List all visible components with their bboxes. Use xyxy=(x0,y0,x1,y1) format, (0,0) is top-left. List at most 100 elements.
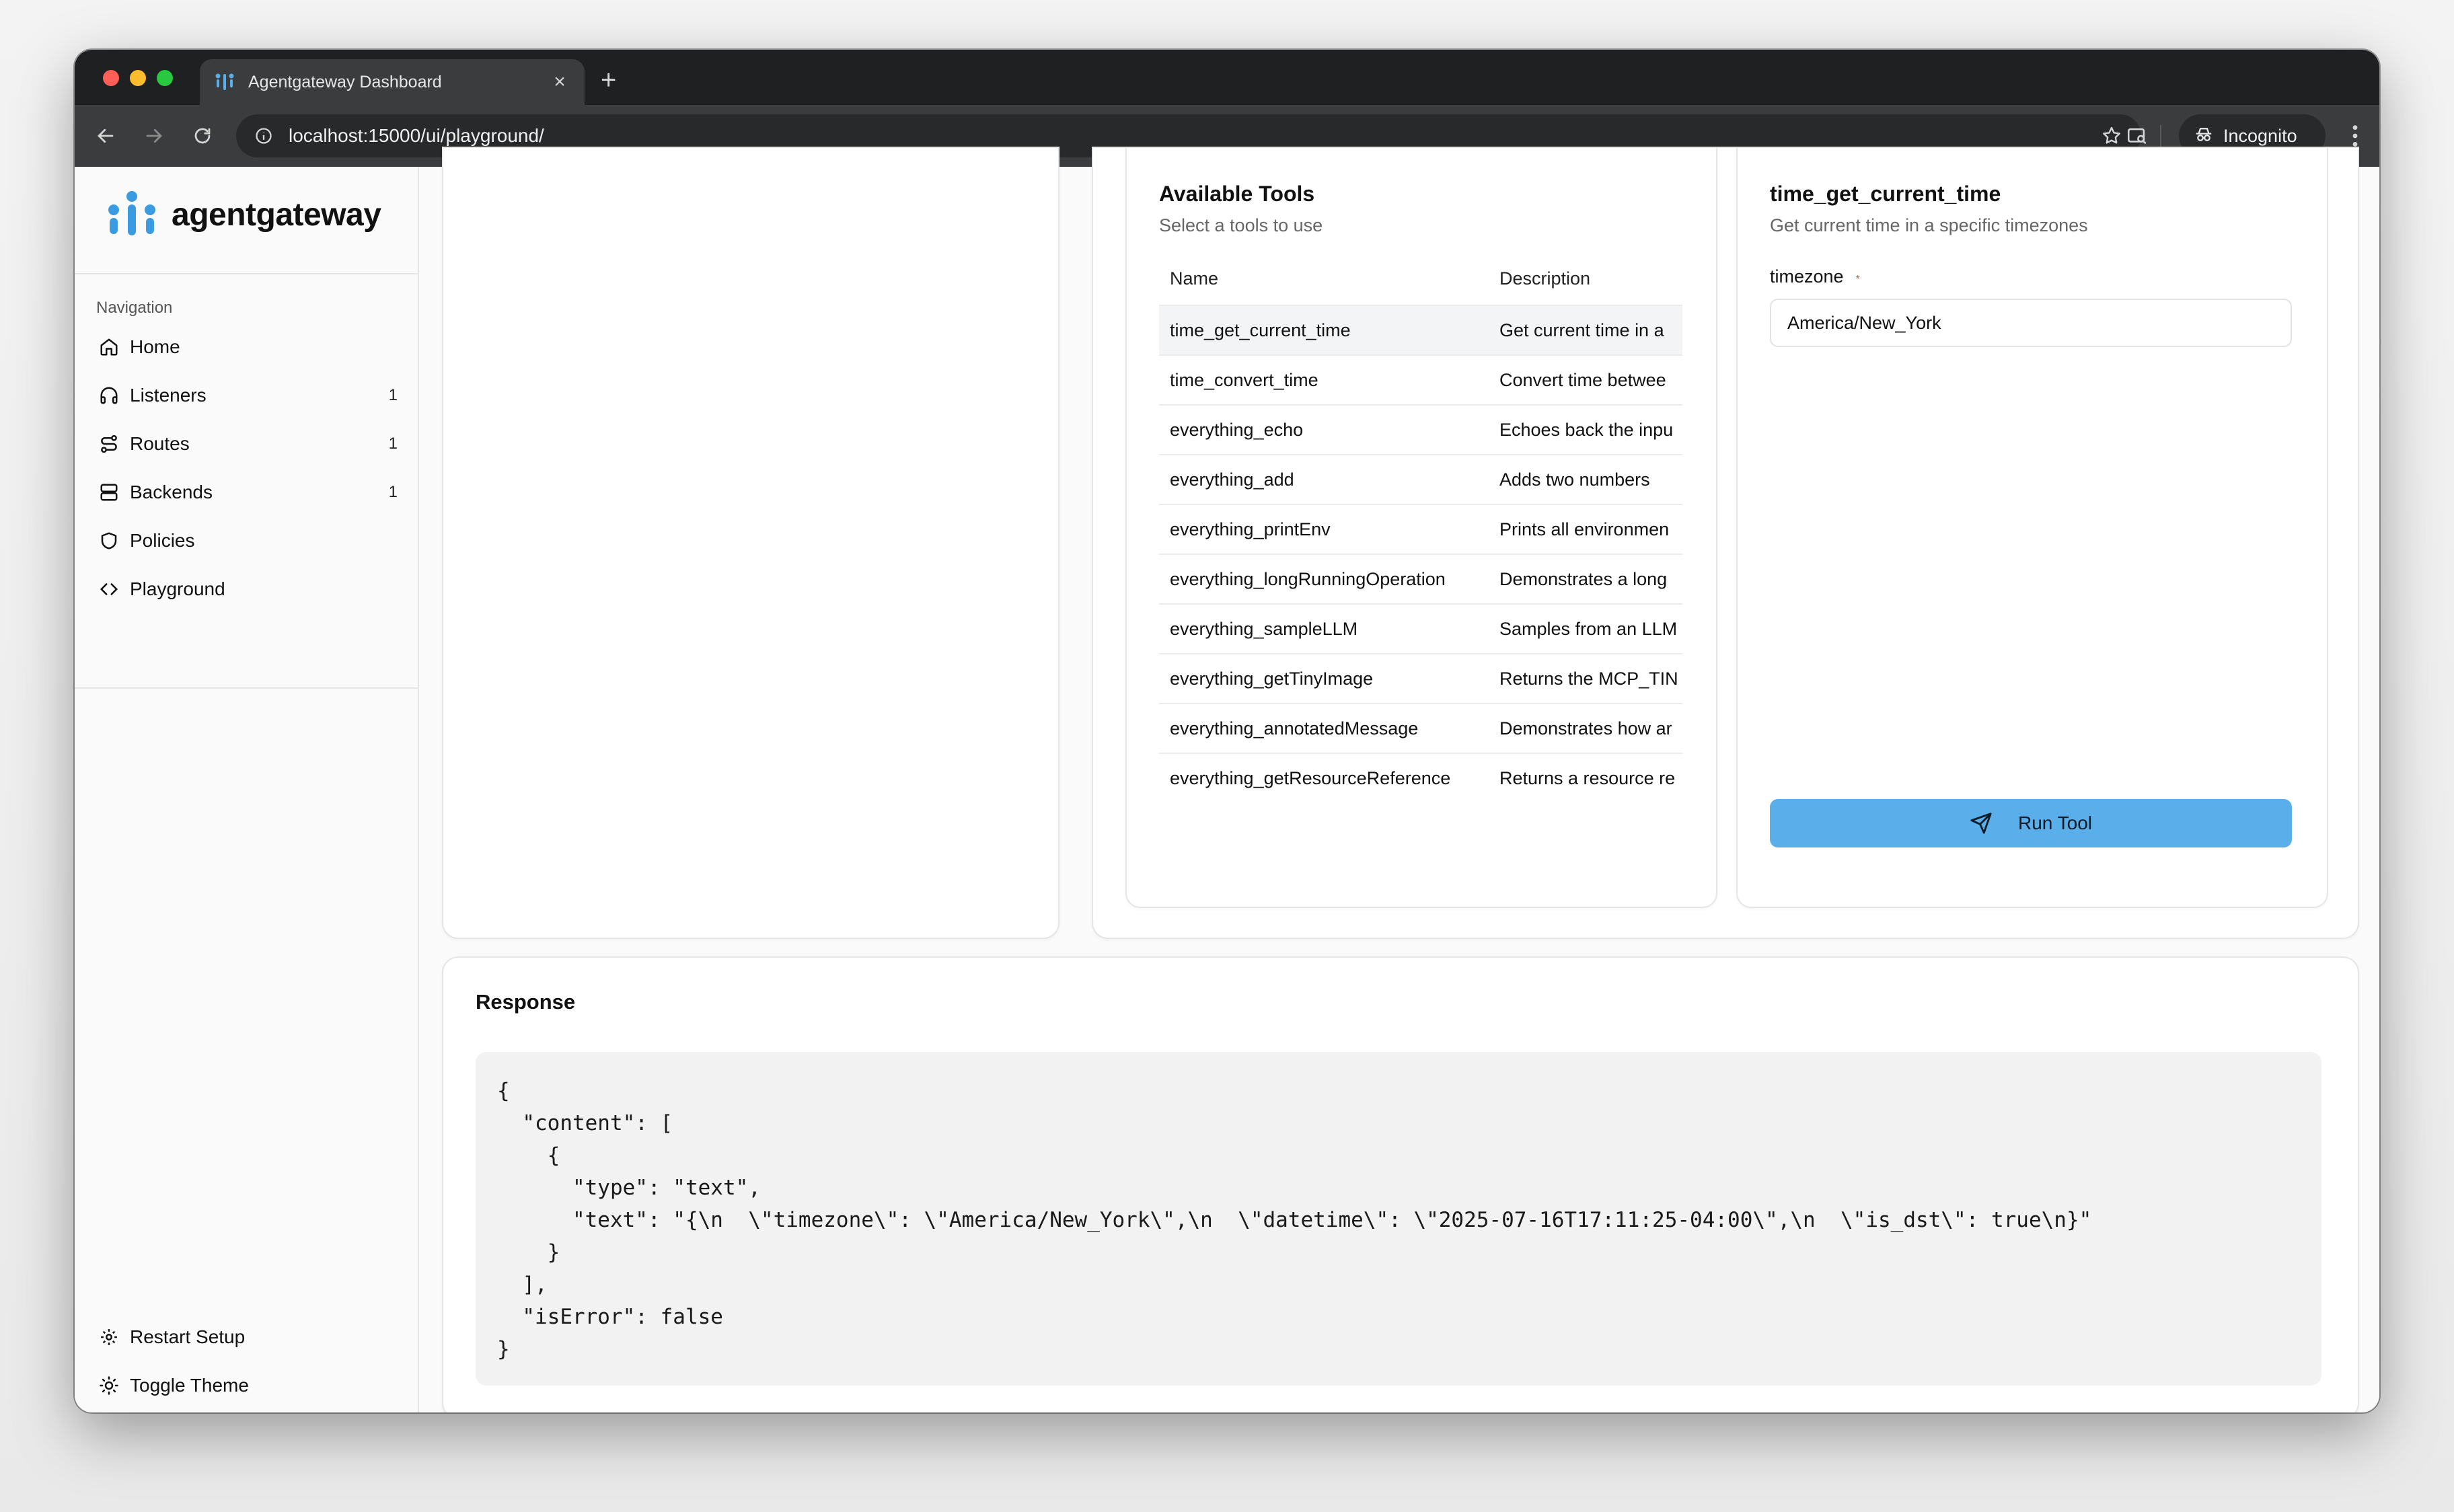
table-row[interactable]: everything_annotatedMessage Demonstrates… xyxy=(1159,704,1682,754)
agentgateway-logo-icon xyxy=(108,191,155,235)
tool-description: Returns a resource re xyxy=(1499,768,1676,788)
shield-icon xyxy=(98,529,120,552)
sidebar-item-count: 1 xyxy=(388,434,398,453)
tool-name: everything_sampleLLM xyxy=(1159,604,1489,654)
sidebar-item-home[interactable]: Home xyxy=(87,323,408,371)
tools-table: Name Description time_get_current_time G… xyxy=(1159,253,1682,803)
reload-button[interactable] xyxy=(188,121,217,151)
tab-close-icon[interactable]: × xyxy=(548,71,571,93)
bookmark-star-icon[interactable] xyxy=(2098,122,2125,149)
restart-setup-button[interactable]: Restart Setup xyxy=(87,1313,408,1361)
sidebar-item-label: Routes xyxy=(130,433,190,454)
nav-list: Home Listeners 1 Routes 1 Backends 1 Pol… xyxy=(87,323,408,613)
table-row[interactable]: everything_getTinyImage Returns the MCP_… xyxy=(1159,654,1682,704)
tool-name: everything_annotatedMessage xyxy=(1159,704,1489,754)
table-row[interactable]: everything_echo Echoes back the inpu xyxy=(1159,405,1682,455)
table-row[interactable]: everything_printEnv Prints all environme… xyxy=(1159,504,1682,555)
tool-form-card: time_get_current_time Get current time i… xyxy=(1736,148,2328,908)
sidebar-item-policies[interactable]: Policies xyxy=(87,517,408,565)
code-icon xyxy=(98,578,120,601)
tools-panel: Available Tools Select a tools to use Na… xyxy=(1092,147,2359,939)
timezone-field-label: timezone xyxy=(1770,266,1844,287)
server-icon xyxy=(98,481,120,504)
new-tab-button[interactable]: + xyxy=(601,63,616,97)
sidebar-item-count: 1 xyxy=(388,386,398,404)
route-icon xyxy=(98,432,120,455)
table-row[interactable]: everything_longRunningOperation Demonstr… xyxy=(1159,554,1682,605)
tool-description: Echoes back the inpu xyxy=(1489,405,1682,455)
sun-icon xyxy=(98,1374,120,1397)
tool-description: Demonstrates how ar xyxy=(1489,704,1682,754)
tool-name: time_get_current_time xyxy=(1159,305,1489,356)
gear-icon xyxy=(98,1326,120,1349)
tool-name: everything_add xyxy=(1159,455,1489,505)
sidebar-divider xyxy=(75,687,419,689)
page-content: agentgateway Navigation Home Listeners 1… xyxy=(75,147,2379,1412)
sidebar-item-backends[interactable]: Backends 1 xyxy=(87,468,408,517)
incognito-icon xyxy=(2194,124,2214,148)
table-row[interactable]: time_get_current_time Get current time i… xyxy=(1159,305,1682,356)
selected-tool-title: time_get_current_time xyxy=(1770,182,2001,206)
tool-description: Returns the MCP_TIN xyxy=(1489,654,1682,704)
back-button[interactable] xyxy=(91,121,120,151)
sidebar-item-count: 1 xyxy=(388,483,398,501)
close-window-button[interactable] xyxy=(103,70,119,86)
tool-name: everything_printEnv xyxy=(1159,504,1489,555)
sidebar-item-label: Home xyxy=(130,336,180,357)
browser-tab[interactable]: Agentgateway Dashboard × xyxy=(200,59,585,105)
response-json: { "content": [ { "type": "text", "text":… xyxy=(476,1052,2321,1386)
tool-name: everything_longRunningOperation xyxy=(1159,554,1489,605)
title-bar: Agentgateway Dashboard × + xyxy=(75,50,2379,105)
url-text: localhost:15000/ui/playground/ xyxy=(289,125,544,146)
tool-name: time_convert_time xyxy=(1159,355,1489,406)
send-icon xyxy=(1970,812,1993,835)
available-tools-subtitle: Select a tools to use xyxy=(1159,215,1323,235)
tool-description: Convert time betwee xyxy=(1489,355,1682,406)
tool-name: everything_echo xyxy=(1159,405,1489,455)
tool-description: Adds two numbers xyxy=(1489,455,1682,505)
brand-name: agentgateway xyxy=(172,196,381,233)
column-header-name: Name xyxy=(1159,253,1489,306)
incognito-label: Incognito xyxy=(2223,125,2297,146)
sidebar-item-listeners[interactable]: Listeners 1 xyxy=(87,371,408,420)
nav-section-label: Navigation xyxy=(96,299,173,317)
available-tools-card: Available Tools Select a tools to use Na… xyxy=(1125,148,1717,908)
site-info-icon[interactable] xyxy=(252,124,275,147)
sidebar-item-label: Backends xyxy=(130,482,213,502)
column-header-description: Description xyxy=(1489,253,1682,306)
brand[interactable]: agentgateway xyxy=(104,187,381,242)
toggle-theme-label: Toggle Theme xyxy=(130,1375,249,1396)
tool-description: Demonstrates a long xyxy=(1489,554,1682,605)
table-row[interactable]: time_convert_time Convert time betwee xyxy=(1159,355,1682,406)
available-tools-title: Available Tools xyxy=(1159,182,1315,206)
response-title: Response xyxy=(476,990,576,1014)
table-row[interactable]: everything_sampleLLM Samples from an LLM xyxy=(1159,604,1682,654)
forward-button[interactable] xyxy=(139,121,169,151)
tab-title: Agentgateway Dashboard xyxy=(248,72,442,91)
sidebar-divider xyxy=(75,273,419,274)
maximize-window-button[interactable] xyxy=(157,70,173,86)
browser-window: Agentgateway Dashboard × + localhost:150… xyxy=(75,50,2379,1412)
headphones-icon xyxy=(98,384,120,407)
agentgateway-favicon-icon xyxy=(213,71,236,93)
required-marker: * xyxy=(1855,274,1860,285)
timezone-input[interactable] xyxy=(1770,299,2292,347)
home-icon xyxy=(98,336,120,358)
response-card: Response { "content": [ { "type": "text"… xyxy=(442,956,2359,1412)
sidebar-footer: Restart Setup Toggle Theme xyxy=(87,1313,408,1410)
minimize-window-button[interactable] xyxy=(130,70,146,86)
table-row[interactable]: everything_add Adds two numbers xyxy=(1159,455,1682,505)
tool-description: Samples from an LLM xyxy=(1489,604,1682,654)
sidebar-item-playground[interactable]: Playground xyxy=(87,565,408,613)
run-tool-button[interactable]: Run Tool xyxy=(1770,799,2292,847)
tool-name: everything_getResourceReference xyxy=(1170,768,1451,788)
table-row[interactable]: everything_getResourceReference Returns … xyxy=(1159,753,1682,803)
table-header-row: Name Description xyxy=(1159,253,1682,306)
toggle-theme-button[interactable]: Toggle Theme xyxy=(87,1361,408,1410)
sidebar-item-routes[interactable]: Routes 1 xyxy=(87,420,408,468)
connection-card xyxy=(442,147,1059,939)
tool-description: Get current time in a xyxy=(1489,305,1682,356)
tool-name: everything_getTinyImage xyxy=(1159,654,1489,704)
sidebar-item-label: Policies xyxy=(130,530,195,551)
timezone-field-label-row: timezone * xyxy=(1770,266,1860,287)
